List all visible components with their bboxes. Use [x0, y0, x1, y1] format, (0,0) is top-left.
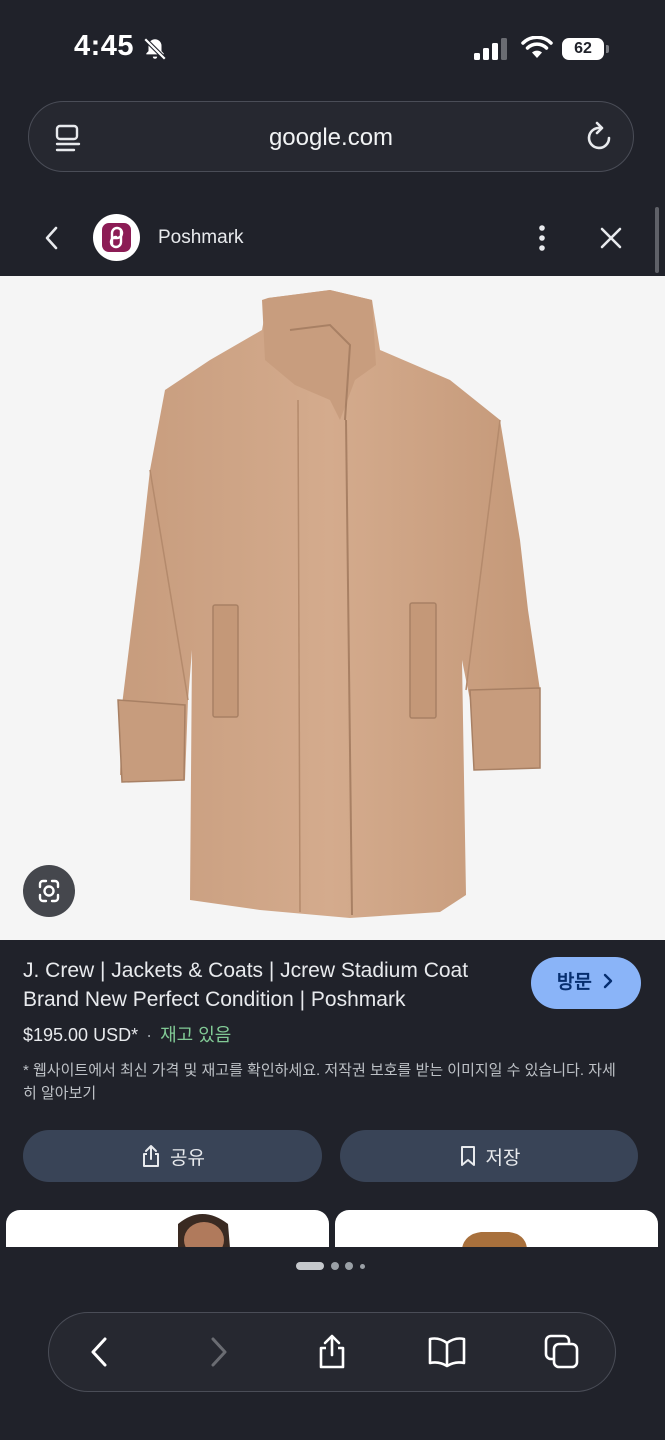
disclaimer: * 웹사이트에서 최신 가격 및 재고를 확인하세요. 저작권 보호를 받는 이… — [23, 1059, 623, 1105]
signal-icon — [474, 38, 507, 60]
related-image — [462, 1232, 527, 1248]
page-dot-active — [296, 1262, 324, 1270]
forward-icon[interactable] — [205, 1333, 231, 1371]
site-logo[interactable] — [93, 214, 140, 261]
share-icon — [143, 1145, 160, 1167]
google-lens-button[interactable] — [23, 865, 75, 917]
battery-cap — [606, 45, 609, 53]
product-title[interactable]: J. Crew | Jackets & Coats | Jcrew Stadiu… — [23, 956, 503, 1014]
visit-button[interactable]: 방문 — [531, 957, 641, 1009]
related-result-card[interactable] — [6, 1210, 329, 1248]
chevron-right-icon — [603, 973, 613, 989]
battery-level: 62 — [574, 40, 592, 57]
disclaimer-text: * 웹사이트에서 최신 가격 및 재고를 확인하세요. 저작권 보호를 받는 이… — [23, 1062, 584, 1079]
price: $195.00 USD* — [23, 1025, 139, 1045]
more-vert-icon[interactable] — [532, 224, 552, 252]
bell-off-icon — [143, 37, 167, 61]
url-text[interactable]: google.com — [29, 124, 633, 152]
back-icon[interactable] — [87, 1333, 113, 1371]
price-separator: · — [146, 1025, 153, 1045]
poshmark-logo-icon — [102, 223, 131, 252]
save-label: 저장 — [485, 1147, 521, 1169]
visit-label: 방문 — [556, 972, 592, 993]
google-lens-icon — [38, 879, 60, 903]
scrollbar[interactable] — [655, 207, 659, 273]
back-chevron-icon[interactable] — [40, 224, 64, 252]
coat-illustration — [117, 290, 541, 918]
page-dot — [331, 1262, 339, 1270]
page-dot — [345, 1262, 353, 1270]
tabs-icon[interactable] — [543, 1333, 581, 1371]
share-button[interactable]: 공유 — [23, 1130, 322, 1182]
book-icon[interactable] — [427, 1333, 467, 1371]
close-icon[interactable] — [598, 225, 624, 251]
stock-status: 재고 있음 — [160, 1025, 232, 1045]
price-line: $195.00 USD* · 재고 있음 — [23, 1021, 231, 1047]
reload-icon[interactable] — [585, 121, 615, 153]
status-time: 4:45 — [74, 30, 135, 62]
share-label: 공유 — [170, 1147, 205, 1169]
related-image — [178, 1214, 230, 1248]
battery-indicator: 62 — [562, 38, 604, 60]
related-result-card[interactable] — [335, 1210, 658, 1248]
wifi-icon — [521, 36, 553, 58]
page-dot — [360, 1264, 365, 1269]
site-name[interactable]: Poshmark — [158, 227, 244, 249]
share-page-icon[interactable] — [315, 1333, 349, 1371]
save-button[interactable]: 저장 — [340, 1130, 638, 1182]
bookmark-icon — [460, 1146, 475, 1166]
product-image[interactable] — [0, 276, 665, 940]
browser-toolbar — [48, 1312, 616, 1392]
address-bar[interactable]: google.com — [28, 101, 634, 172]
